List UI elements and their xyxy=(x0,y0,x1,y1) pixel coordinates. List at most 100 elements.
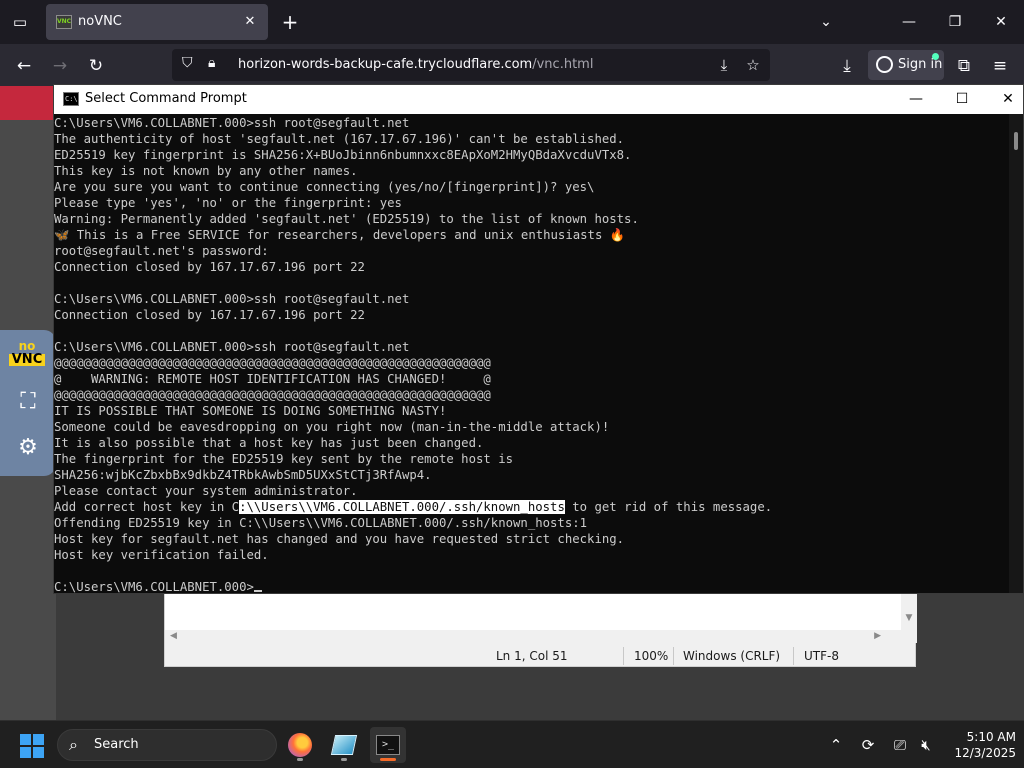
cmd-maximize-icon[interactable]: ☐ xyxy=(939,85,985,114)
forward-arrow-icon[interactable]: → xyxy=(46,52,74,80)
selected-text[interactable]: :\\Users\\VM6.COLLABNET.000/.ssh/known_h… xyxy=(239,500,565,514)
command-prompt-window[interactable]: C:\ Select Command Prompt — ☐ ✕ C:\Users… xyxy=(53,84,1024,594)
clock-date: 12/3/2025 xyxy=(954,746,1016,760)
novnc-logo-bottom: VNC xyxy=(9,353,45,366)
notepad-status-bar: Ln 1, Col 51 100% Windows (CRLF) UTF-8 xyxy=(165,645,917,667)
browser-tab-bar: ▭ VNC noVNC ✕ + ⌄ — ❐ ✕ xyxy=(0,0,1024,44)
terminal-line: Please contact your system administrator… xyxy=(54,484,358,498)
remote-window-fragment xyxy=(0,86,56,120)
cmd-scroll-thumb[interactable] xyxy=(1014,132,1018,150)
scroll-left-icon[interactable]: ◀ xyxy=(170,631,177,641)
restore-icon[interactable]: ❐ xyxy=(932,6,978,38)
terminal-line: Connection closed by 167.17.67.196 port … xyxy=(54,308,365,322)
extensions-icon[interactable]: ⧉ xyxy=(950,52,978,80)
terminal-line: It is also possible that a host key has … xyxy=(54,436,484,450)
url-text[interactable]: horizon-words-backup-cafe.trycloudflare.… xyxy=(238,57,593,72)
terminal-line: Connection closed by 167.17.67.196 port … xyxy=(54,260,365,274)
cmd-close-icon[interactable]: ✕ xyxy=(985,85,1024,114)
sync-icon[interactable]: ⟳ xyxy=(856,733,880,757)
account-avatar-icon xyxy=(876,56,893,73)
tracking-shield-icon[interactable]: ⛉ xyxy=(182,55,193,71)
terminal-line: root@segfault.net's password: xyxy=(54,244,269,258)
scroll-right-icon[interactable]: ▶ xyxy=(874,631,881,641)
terminal-line: The fingerprint for the ED25519 key sent… xyxy=(54,452,514,466)
close-window-icon[interactable]: ✕ xyxy=(978,6,1024,38)
show-hidden-icons-chevron-up-icon[interactable]: ⌃ xyxy=(824,733,848,757)
lock-icon[interactable]: 🔒︎ xyxy=(208,55,215,71)
vertical-scrollbar[interactable]: ▼ xyxy=(901,593,917,643)
notepad-window[interactable]: ◀ ▶ ▼ Ln 1, Col 51 100% Windows (CRLF) U… xyxy=(164,592,917,667)
taskbar: ⌕ Search >_ ⌃ ⟳ ⎚ 🔇︎ 5:10 AM 12/3/2025 xyxy=(0,720,1024,768)
fullscreen-icon[interactable]: ⛶ xyxy=(10,384,46,420)
url-host: horizon-words-backup-cafe.trycloudflare.… xyxy=(238,57,533,72)
clock-time: 5:10 AM xyxy=(966,730,1016,744)
taskbar-terminal-icon[interactable]: >_ xyxy=(370,727,406,763)
terminal-line: @@@@@@@@@@@@@@@@@@@@@@@@@@@@@@@@@@@@@@@@… xyxy=(54,388,491,402)
status-divider xyxy=(793,647,794,665)
terminal-line: IT IS POSSIBLE THAT SOMEONE IS DOING SOM… xyxy=(54,404,447,418)
text-cursor xyxy=(253,590,262,592)
terminal-line: This key is not known by any other names… xyxy=(54,164,358,178)
tab-close-icon[interactable]: ✕ xyxy=(240,12,260,32)
cmd-minimize-icon[interactable]: — xyxy=(893,85,939,114)
terminal-line: C:\Users\VM6.COLLABNET.000>ssh root@segf… xyxy=(54,116,410,130)
save-to-pocket-icon[interactable]: ⤓ xyxy=(713,54,735,76)
horizontal-scrollbar[interactable]: ◀ ▶ xyxy=(165,630,901,644)
terminal-output[interactable]: C:\Users\VM6.COLLABNET.000>ssh root@segf… xyxy=(54,114,1009,593)
novnc-logo-top: no xyxy=(18,339,36,353)
url-bar[interactable]: ⛉ 🔒︎ horizon-words-backup-cafe.trycloudf… xyxy=(172,49,770,81)
search-icon: ⌕ xyxy=(69,735,78,754)
cmd-app-icon: C:\ xyxy=(63,92,79,106)
settings-gear-icon[interactable]: ⚙ xyxy=(10,430,46,466)
volume-muted-icon[interactable]: 🔇︎ xyxy=(914,733,938,757)
notepad-text-area[interactable]: ◀ ▶ ▼ xyxy=(165,593,917,644)
terminal-line: @@@@@@@@@@@@@@@@@@@@@@@@@@@@@@@@@@@@@@@@… xyxy=(54,356,491,370)
sign-in-button[interactable]: Sign in xyxy=(868,50,944,80)
status-divider xyxy=(673,647,674,665)
start-windows-icon[interactable] xyxy=(20,734,44,758)
terminal-line: Please type 'yes', 'no' or the fingerpri… xyxy=(54,196,402,210)
clock[interactable]: 5:10 AM 12/3/2025 xyxy=(944,729,1016,761)
hostkey-prefix: Add correct host key in C xyxy=(54,500,240,514)
zoom-level: 100% xyxy=(634,649,669,663)
taskbar-virtualbox-icon[interactable] xyxy=(326,727,362,763)
encoding: UTF-8 xyxy=(804,649,839,663)
firefox-view-icon[interactable]: ▭ xyxy=(8,10,32,34)
cmd-scrollbar[interactable] xyxy=(1009,114,1023,593)
cmd-title-bar[interactable]: C:\ Select Command Prompt — ☐ ✕ xyxy=(54,85,1023,114)
network-icon[interactable]: ⎚ xyxy=(888,733,912,757)
taskbar-firefox-icon[interactable] xyxy=(282,727,318,763)
menu-hamburger-icon[interactable]: ≡ xyxy=(986,52,1014,80)
terminal-line: Are you sure you want to continue connec… xyxy=(54,180,595,194)
terminal-line: 🦋 This is a Free SERVICE for researchers… xyxy=(54,228,626,242)
terminal-line: C:\Users\VM6.COLLABNET.000>ssh root@segf… xyxy=(54,292,410,306)
browser-nav-bar: ← → ↻ ⛉ 🔒︎ horizon-words-backup-cafe.try… xyxy=(0,44,1024,86)
list-all-tabs-chevron-icon[interactable]: ⌄ xyxy=(814,10,838,34)
novnc-favicon-icon: VNC xyxy=(56,15,72,29)
line-endings: Windows (CRLF) xyxy=(683,649,781,663)
status-divider xyxy=(623,647,624,665)
new-tab-icon[interactable]: + xyxy=(278,10,302,34)
minimize-icon[interactable]: — xyxy=(886,6,932,38)
hostkey-suffix: to get rid of this message. xyxy=(564,500,773,514)
notification-dot xyxy=(932,53,939,60)
tab-novnc[interactable]: VNC noVNC ✕ xyxy=(46,4,268,40)
downloads-icon[interactable]: ⤓ xyxy=(833,52,861,80)
terminal-line: Host key verification failed. xyxy=(54,548,269,562)
terminal-line: Warning: Permanently added 'segfault.net… xyxy=(54,212,639,226)
terminal-line: @ WARNING: REMOTE HOST IDENTIFICATION HA… xyxy=(54,372,491,386)
reload-icon[interactable]: ↻ xyxy=(82,52,110,80)
url-path: /vnc.html xyxy=(532,57,594,72)
taskbar-search-box[interactable]: ⌕ Search xyxy=(57,729,277,761)
terminal-line: Host key for segfault.net has changed an… xyxy=(54,532,625,546)
back-arrow-icon[interactable]: ← xyxy=(10,52,38,80)
terminal-line: SHA256:wjbKcZbxbBx9dkbZ4TRbkAwbSmD5UXxSt… xyxy=(54,468,432,482)
terminal-prompt-line[interactable]: C:\Users\VM6.COLLABNET.000> xyxy=(54,579,1009,593)
terminal-line-hostkey: Add correct host key in C:\\Users\\VM6.C… xyxy=(54,499,1009,515)
cmd-window-title: Select Command Prompt xyxy=(85,91,247,106)
cursor-position: Ln 1, Col 51 xyxy=(496,649,568,663)
bookmark-star-icon[interactable]: ☆ xyxy=(742,54,764,76)
terminal-line: Offending ED25519 key in C:\\Users\\VM6.… xyxy=(54,516,588,530)
